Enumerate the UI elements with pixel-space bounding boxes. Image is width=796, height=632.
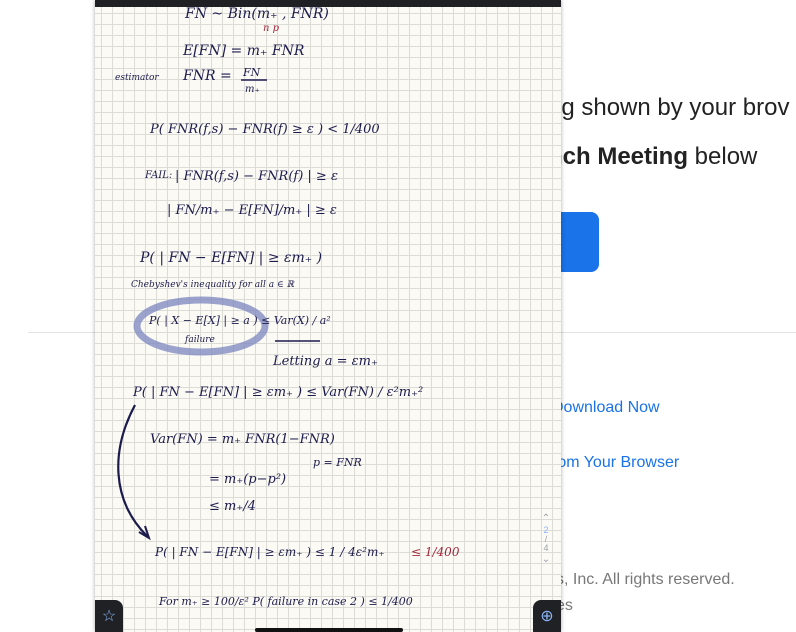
letting-line: Letting a = εm₊ [272,354,378,369]
final-bound-red: ≤ 1/400 [411,545,460,559]
page-instruction: nch Meeting below [548,143,757,171]
handwritten-notes-viewer[interactable]: FN ~ Bin(m₊ , FNR) n p E[FN] = m₊ FNR es… [95,0,561,632]
probability-expression: P( | FN − E[FN] | ≥ εm₊ ) [139,250,322,266]
fail-expression: | FNR(f,s) − FNR(f) | ≥ ε [175,169,338,184]
expectation-line: E[FN] = m₊ FNR [182,43,305,59]
zoom-in-icon[interactable]: ⊕ [533,600,561,632]
estimator-numerator: FN [242,66,261,79]
variance-line-1: Var(FN) = m₊ FNR(1−FNR) [150,432,335,447]
for-line: For m₊ ≥ 100/ε² P( failure in case 2 ) ≤… [158,595,413,608]
binomial-sublabels: n p [263,23,280,34]
probability-expression-2: P( | FN − E[FN] | ≥ εm₊ ) ≤ Var(FN) / ε²… [132,385,423,400]
chevron-down-icon[interactable]: ⌄ [538,553,554,567]
variance-line-2: = m₊(p−p²) [209,472,286,487]
download-now-link[interactable]: Download Now [552,399,660,417]
arrow-curve [117,404,148,537]
page-heading-fragment: og shown by your brov [548,94,790,121]
join-from-browser-link[interactable]: rom Your Browser [552,454,679,472]
chebyshev-inequality: P( | X − E[X] | ≥ a ) ≤ Var(X) / a² [148,314,331,328]
p-definition: p = FNR [313,456,362,469]
binomial-line: FN ~ Bin(m₊ , FNR) [184,6,329,22]
home-indicator [255,628,403,632]
variance-line-3: ≤ m₊/4 [209,499,256,514]
page-navigator[interactable]: ⌃ 2 / 4 ⌄ [538,512,554,567]
failure-label: failure [184,335,215,345]
chevron-up-icon[interactable]: ⌃ [538,512,554,526]
estimator-label: estimator [115,73,159,83]
fail-label: FAIL: [144,170,172,181]
notes-canvas: FN ~ Bin(m₊ , FNR) n p E[FN] = m₊ FNR es… [115,6,460,608]
star-icon[interactable]: ☆ [95,600,123,632]
chebyshev-note: Chebyshev's inequality for all a ∈ ℝ [131,280,295,290]
probability-bound: P( FNR(f,s) − FNR(f) ≥ ε ) < 1/400 [149,122,380,137]
meeting-name: nch Meeting [548,143,689,170]
estimator-denominator: m₊ [245,84,260,95]
fail-expression-2: | FN/m₊ − E[FN]/m₊ | ≥ ε [167,203,337,218]
final-bound: P( | FN − E[FN] | ≥ εm₊ ) ≤ 1 / 4ε²m₊ [154,545,385,559]
copyright-text: s, Inc. All rights reserved. [556,571,735,588]
instruction-suffix: below [688,143,758,170]
estimator-line: FNR = [182,68,232,84]
total-pages: 4 [543,543,549,553]
